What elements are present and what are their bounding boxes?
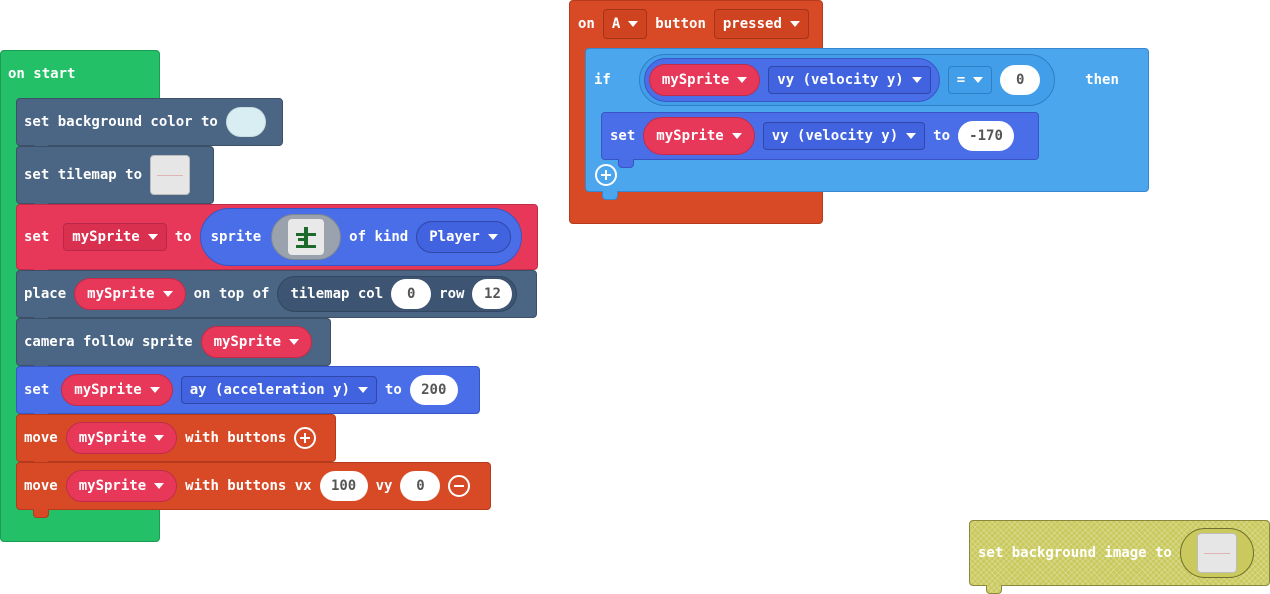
tilemap-thumbnail[interactable] [150,155,191,195]
sprite-variable-pill[interactable]: mySprite [643,117,755,155]
variable-dropdown[interactable]: mySprite [63,223,167,251]
col-input[interactable]: 0 [391,279,432,309]
chevron-down-icon [487,234,498,240]
kind-value: Player [429,229,480,245]
property-dropdown[interactable]: vy (velocity y) [768,66,931,94]
variable-name: mySprite [87,286,155,302]
set-label: set [24,229,50,245]
with-buttons-vx-label: with buttons vx [185,478,312,494]
sprite-variable-pill[interactable]: mySprite [200,326,313,358]
property-dropdown[interactable]: ay (acceleration y) [180,376,377,404]
plus-icon [300,433,311,443]
chevron-down-icon [911,77,922,83]
set-tilemap-label: set tilemap to [24,167,143,183]
background-image-picker[interactable] [1179,528,1254,578]
vx-input[interactable]: 100 [319,471,368,501]
player-sprite-icon [296,227,317,248]
property-dropdown[interactable]: vy (velocity y) [762,122,926,150]
then-label: then [1085,72,1119,88]
button-dropdown[interactable]: A [602,9,648,39]
tilemap-col-label: tilemap col [290,286,384,302]
sprite-property-block[interactable]: mySprite vy (velocity y) [643,58,940,102]
chevron-down-icon [789,21,800,27]
velocity-input[interactable]: -170 [958,121,1015,151]
collapse-minus-icon[interactable] [448,475,471,497]
place-label: place [24,286,67,302]
acceleration-input[interactable]: 200 [409,375,458,405]
to-label: to [174,229,192,245]
chevron-down-icon [154,483,165,489]
chevron-down-icon [628,21,639,27]
background-color-swatch[interactable] [225,107,266,137]
chevron-down-icon [973,77,984,83]
with-buttons-label: with buttons [185,430,287,446]
event-name: pressed [722,16,782,32]
to-label: to [933,128,951,144]
chevron-down-icon [154,435,165,441]
of-kind-label: of kind [349,229,409,245]
chevron-down-icon [737,77,748,83]
on-label: on [578,16,595,32]
image-preview-line [1203,553,1230,554]
move-label: move [24,478,58,494]
sprite-variable-pill[interactable]: mySprite [648,64,761,96]
sprite-variable-pill[interactable]: mySprite [61,374,173,406]
row-input[interactable]: 12 [472,279,513,309]
sprite-label: sprite [210,229,262,245]
comparison-block[interactable]: mySprite vy (velocity y) = 0 [638,54,1056,106]
variable-name: mySprite [78,478,147,494]
property-name: vy (velocity y) [771,128,899,144]
chevron-down-icon [731,133,742,139]
camera-follow-label: camera follow sprite [24,334,193,350]
tilemap-preview-line [157,175,184,176]
chevron-down-icon [289,339,300,345]
variable-name: mySprite [213,334,282,350]
sprite-image-icon [288,219,325,255]
variable-name: mySprite [656,128,724,144]
variable-name: mySprite [78,430,147,446]
set-background-color-label: set background color to [24,114,218,130]
button-label: button [655,16,706,32]
background-image-thumbnail [1196,533,1237,573]
property-name: ay (acceleration y) [189,382,350,398]
on-top-of-label: on top of [193,286,270,302]
vy-input[interactable]: 0 [400,471,441,501]
chevron-down-icon [162,291,173,297]
minus-icon [454,485,465,487]
sprite-image-picker[interactable] [271,214,342,260]
property-name: vy (velocity y) [777,72,904,88]
set-label: set [610,128,636,144]
sprite-variable-pill[interactable]: mySprite [65,422,178,454]
vy-label: vy [375,478,393,494]
add-else-plus-icon[interactable] [595,164,617,186]
variable-name: mySprite [661,72,730,88]
row-label: row [439,286,465,302]
chevron-down-icon [357,387,368,393]
if-label: if [594,72,611,88]
kind-dropdown[interactable]: Player [416,221,511,253]
chevron-down-icon [149,387,160,393]
move-label: move [24,430,58,446]
set-background-image-label: set background image to [978,545,1172,561]
button-name: A [611,16,621,32]
tilemap-location-block[interactable]: tilemap col 0 row 12 [277,276,518,312]
sprite-create-block[interactable]: sprite of kind Player [199,208,522,266]
set-label: set [24,382,50,398]
expand-plus-icon[interactable] [294,427,317,449]
sprite-variable-pill[interactable]: mySprite [74,278,186,310]
operator-dropdown[interactable]: = [947,66,993,94]
operator-symbol: = [956,72,966,88]
plus-icon [601,170,611,180]
chevron-down-icon [906,133,917,139]
variable-name: mySprite [72,229,140,245]
event-dropdown[interactable]: pressed [713,9,809,39]
compare-value-input[interactable]: 0 [1000,65,1041,95]
variable-name: mySprite [74,382,142,398]
to-label: to [384,382,402,398]
on-start-label: on start [8,66,76,82]
chevron-down-icon [147,234,158,240]
sprite-variable-pill[interactable]: mySprite [65,470,178,502]
